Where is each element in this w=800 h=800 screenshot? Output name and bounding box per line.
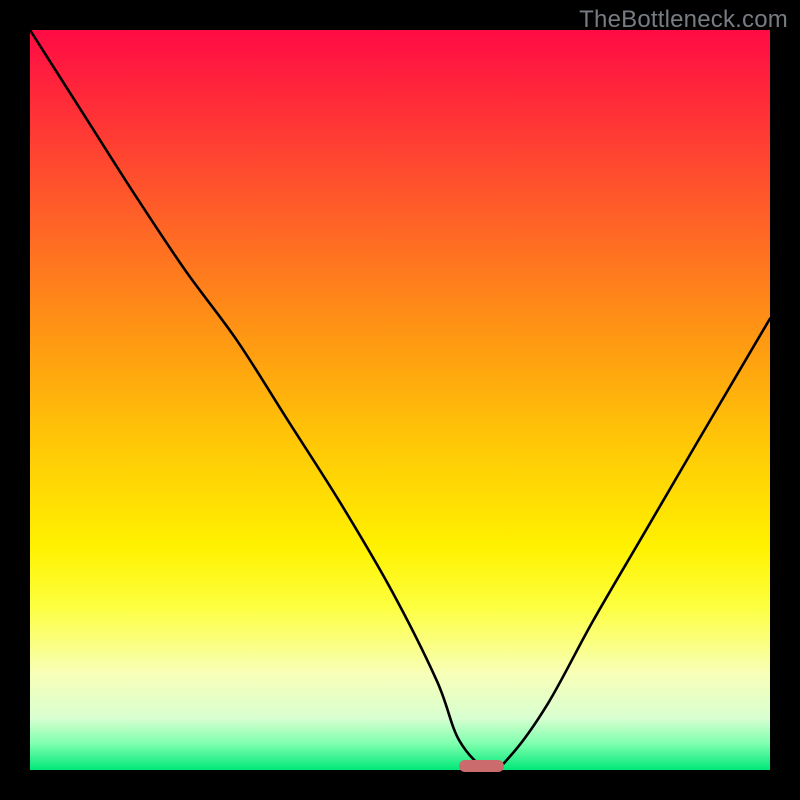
curve-path [30,30,770,770]
chart-frame: TheBottleneck.com [0,0,800,800]
plot-area [30,30,770,770]
watermark-text: TheBottleneck.com [579,6,788,34]
bottleneck-marker [459,760,503,772]
bottleneck-curve [30,30,770,770]
